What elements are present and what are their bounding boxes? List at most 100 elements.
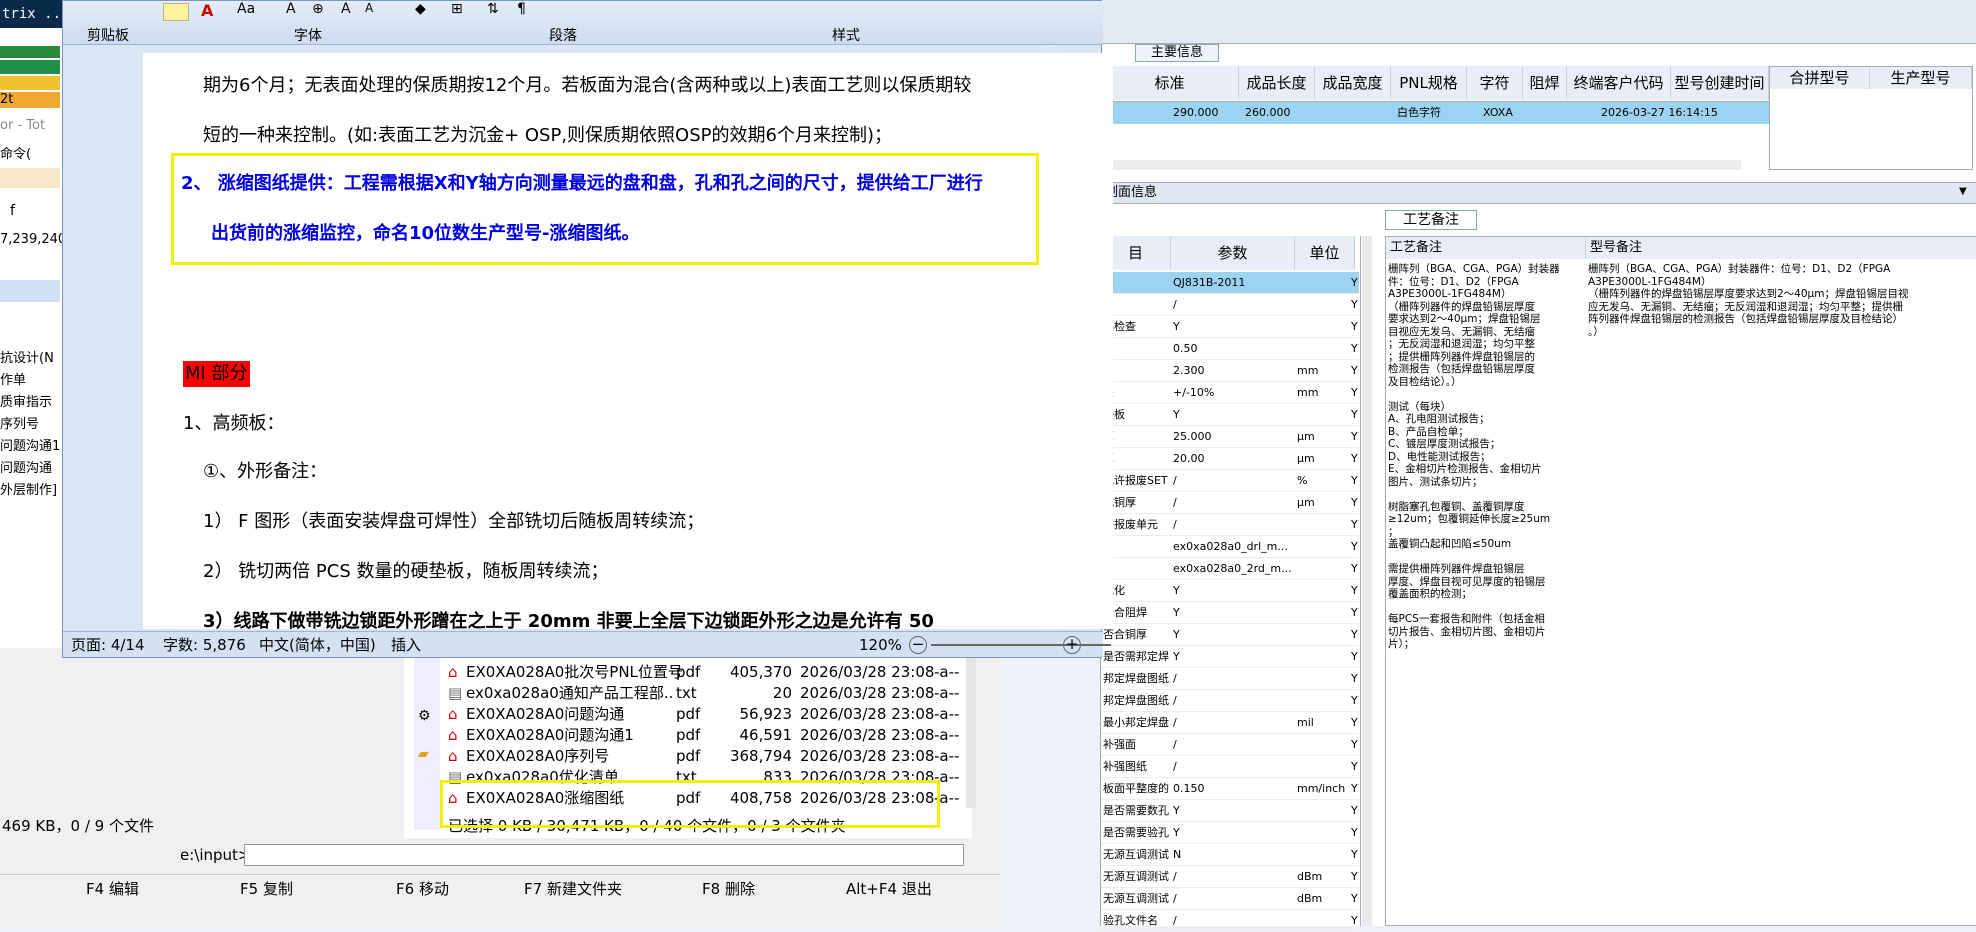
zoom-out-icon[interactable]: − xyxy=(909,636,927,654)
file-ext: pdf xyxy=(676,726,701,744)
param-row[interactable]: 品检查 Y Y xyxy=(1101,316,1359,338)
col-header[interactable]: 标准 xyxy=(1101,66,1239,100)
file-date: 2026/03/28 23:08 xyxy=(800,747,935,765)
param-row[interactable]: 是否需邦定焊盘测试 Y Y xyxy=(1101,646,1359,668)
doc-list-item: 2） 铣切两倍 PCS 数量的硬垫板，随板周转续流； xyxy=(203,561,609,582)
col-header[interactable]: 成品长度 xyxy=(1239,66,1315,100)
file-size: 368,794 xyxy=(729,747,792,765)
file-row[interactable]: ⌂ EX0XA028A0序列号 pdf 368,794 2026/03/28 23:08… xyxy=(444,746,964,766)
left-tree-item[interactable]: 问题沟通 xyxy=(0,458,64,480)
folder-icon[interactable]: ▰ xyxy=(418,746,429,762)
param-row[interactable]: ex0xa028a0_2rd_m... Y xyxy=(1101,558,1359,580)
left-tree-item[interactable]: 作单 xyxy=(0,370,64,392)
param-row[interactable]: 优化 Y Y xyxy=(1101,580,1359,602)
param-row[interactable]: 补强面 / Y xyxy=(1101,734,1359,756)
file-row[interactable]: ⌂ EX0XA028A0问题沟通1 pdf 46,591 2026/03/28 23:0… xyxy=(444,725,964,745)
param-row[interactable]: 是否需要验孔检查 Y Y xyxy=(1101,822,1359,844)
paragraph-mark-button[interactable]: ¶ xyxy=(517,1,526,17)
col-header[interactable]: 字符 xyxy=(1467,66,1523,100)
text-effect-button[interactable]: Aa xyxy=(237,1,255,17)
f4-edit-button[interactable]: F4 编辑 xyxy=(86,877,139,901)
param-row[interactable]: 厚20.00μmY xyxy=(1101,448,1359,470)
f8-delete-button[interactable]: F8 删除 xyxy=(702,877,755,901)
grow-font-button[interactable]: A xyxy=(341,1,351,17)
network-icon[interactable]: ⚙ xyxy=(418,708,431,724)
col-header[interactable]: 阻焊 xyxy=(1523,66,1567,100)
param-row[interactable]: 补强图纸 / Y xyxy=(1101,756,1359,778)
param-row[interactable]: 厚25.000μmY xyxy=(1101,426,1359,448)
chevron-down-icon[interactable]: ▼ xyxy=(1959,186,1967,197)
status-language[interactable]: 中文(简体，中国) xyxy=(259,632,376,658)
param-row[interactable]: 0.50 Y xyxy=(1101,338,1359,360)
left-tree-item[interactable]: 外层制作] xyxy=(0,480,64,502)
param-row[interactable]: 否合阻焊 Y Y xyxy=(1101,602,1359,624)
file-row[interactable]: ▤ ex0xa028a0通知产品工程部.. txt 20 2026/03/28 23:0… xyxy=(444,683,964,703)
param-row[interactable]: / Y xyxy=(1101,294,1359,316)
note-line: 栅阵列（BGA、CGA、PGA）封装器 xyxy=(1388,263,1560,275)
status-words[interactable]: 字数: 5,876 xyxy=(163,632,246,658)
left-tree-item[interactable]: 序列号 xyxy=(0,414,64,436)
param-row[interactable]: QJ831B-2011 Y xyxy=(1101,272,1359,294)
tab-main-info[interactable]: 主要信息 xyxy=(1135,44,1219,62)
col-header[interactable]: 型号创建时间 xyxy=(1671,66,1769,100)
shading-button[interactable]: ◆ xyxy=(415,1,426,17)
param-row[interactable]: 最小邦定焊盘大小 / mil Y xyxy=(1101,712,1359,734)
param-name: 邦定焊盘图纸1 xyxy=(1103,672,1169,685)
f5-copy-button[interactable]: F5 复制 xyxy=(240,877,293,901)
param-row[interactable]: 许报废单元 / Y xyxy=(1101,514,1359,536)
v-scrollbar[interactable] xyxy=(1362,236,1372,926)
param-row[interactable]: 差+/-10%mmY xyxy=(1101,382,1359,404)
merge-col-header[interactable]: 合拼型号 xyxy=(1770,67,1870,89)
clear-format-button[interactable]: A xyxy=(286,1,296,17)
col-header[interactable]: PNL规格 xyxy=(1391,66,1467,100)
param-col-header[interactable]: 单位 xyxy=(1295,236,1355,270)
border-button[interactable]: ⊞ xyxy=(451,1,463,17)
file-row[interactable]: ⌂ EX0XA028A0批次号PNL位置号 pdf 405,370 2026/03/28… xyxy=(444,662,964,682)
f7-newfolder-button[interactable]: F7 新建文件夹 xyxy=(524,877,622,901)
param-row[interactable]: 无源互调测试标准 / dBm Y xyxy=(1101,888,1359,910)
param-row[interactable]: 验孔文件名 / Y xyxy=(1101,910,1359,932)
param-row[interactable]: 允许报废SET /% Y xyxy=(1101,470,1359,492)
param-row[interactable]: 2.300 mm Y xyxy=(1101,360,1359,382)
phonetic-icon[interactable]: ⊕ xyxy=(312,1,324,17)
param-name: 验孔文件名 xyxy=(1103,914,1158,927)
param-row[interactable]: 垫板 Y Y xyxy=(1101,404,1359,426)
col-header[interactable]: 成品宽度 xyxy=(1315,66,1391,100)
zoom-slider[interactable] xyxy=(931,644,1111,646)
param-row[interactable]: ex0xa028a0_drl_m... Y xyxy=(1101,536,1359,558)
param-flag: Y xyxy=(1351,298,1358,311)
sort-button[interactable]: ⇅ xyxy=(487,1,499,17)
param-row[interactable]: 孔铜厚 / μm Y xyxy=(1101,492,1359,514)
font-color-button[interactable]: A xyxy=(201,1,213,20)
zoom-level[interactable]: 120% xyxy=(859,632,902,658)
highlight-color-button[interactable] xyxy=(163,3,189,21)
left-tree-item[interactable]: 质审指示 xyxy=(0,392,64,414)
status-insert-mode[interactable]: 插入 xyxy=(391,632,421,658)
param-row[interactable]: 否合铜厚 Y Y xyxy=(1101,624,1359,646)
param-row[interactable]: 板面平整度的最大极差 0.150 mm/inch Y xyxy=(1101,778,1359,800)
altf4-exit-button[interactable]: Alt+F4 退出 xyxy=(846,877,932,901)
note-line: 厚度、焊盘目视可见厚度的铅锡层 xyxy=(1388,575,1546,588)
param-row[interactable]: 无源互调测试 N Y xyxy=(1101,844,1359,866)
status-page[interactable]: 页面: 4/14 xyxy=(71,632,145,658)
zoom-in-icon[interactable]: + xyxy=(1063,636,1081,654)
param-row[interactable]: 是否需要数孔 Y Y xyxy=(1101,800,1359,822)
file-scrollbar[interactable] xyxy=(966,648,976,808)
left-tree-item[interactable]: 抗设计(N xyxy=(0,348,64,370)
h-scrollbar[interactable] xyxy=(1101,160,1741,170)
param-row[interactable]: 邦定焊盘图纸1 / Y xyxy=(1101,668,1359,690)
tab-process-notes[interactable]: 工艺备注 xyxy=(1385,210,1477,230)
table-row[interactable]: 1 290.000 260.000 白色字符 XOXA 2026-03-27 1… xyxy=(1101,102,1769,124)
param-row[interactable]: 无源互调测试功率 / dBm Y xyxy=(1101,866,1359,888)
param-col-header[interactable]: 参数 xyxy=(1171,236,1295,270)
col-header[interactable]: 终端客户代码 xyxy=(1567,66,1671,100)
merge-col-header[interactable]: 生产型号 xyxy=(1870,67,1972,89)
left-tree-item[interactable]: 问题沟通1 xyxy=(0,436,64,458)
param-row[interactable]: 邦定焊盘图纸2 / Y xyxy=(1101,690,1359,712)
shrink-font-button[interactable]: A xyxy=(365,1,373,15)
f6-move-button[interactable]: F6 移动 xyxy=(396,877,449,901)
file-date: 2026/03/28 23:08 xyxy=(800,726,935,744)
file-row[interactable]: ⌂ EX0XA028A0问题沟通 pdf 56,923 2026/03/28 23:08… xyxy=(444,704,964,724)
param-flag: Y xyxy=(1351,364,1358,377)
command-line-input[interactable] xyxy=(244,844,964,866)
